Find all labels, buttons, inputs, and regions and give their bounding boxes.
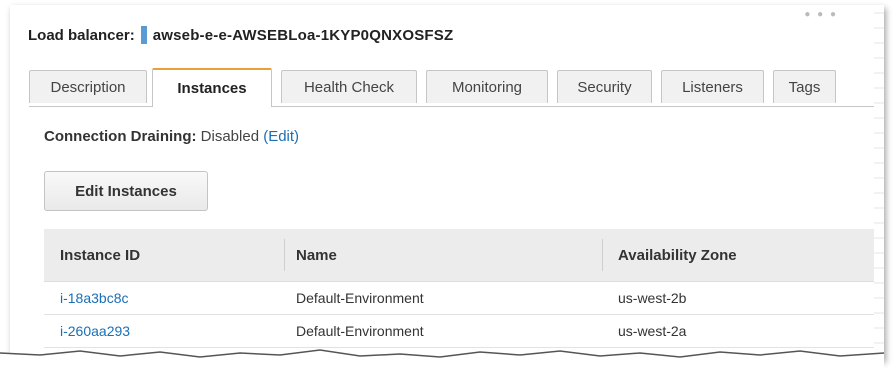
table-header: Instance ID Name Availability Zone [44,229,884,282]
load-balancer-name: awseb-e-e-AWSEBLoa-1KYP0QNXOSFSZ [152,26,454,44]
selection-marker-icon [140,26,147,44]
instance-id-link[interactable]: i-260aa293 [44,323,284,339]
tab-monitoring[interactable]: Monitoring [426,70,548,103]
load-balancer-panel: ● ● ● Load balancer: awseb-e-e-AWSEBLoa-… [10,5,884,360]
instances-table: Instance ID Name Availability Zone i-18a… [44,229,884,348]
table-row[interactable]: i-18a3bc8c Default-Environment us-west-2… [44,282,884,315]
tab-health-check[interactable]: Health Check [281,70,417,103]
edit-instances-button[interactable]: Edit Instances [44,171,208,211]
instance-availability-zone: us-west-2a [618,323,687,339]
tab-bar: Description Instances Health Check Monit… [29,68,884,107]
load-balancer-label: Load balancer: [28,26,135,44]
instance-availability-zone: us-west-2b [618,290,687,306]
connection-draining-status: Connection Draining: Disabled (Edit) [44,128,299,145]
instance-name: Default-Environment [296,290,424,306]
column-header-name[interactable]: Name [284,229,602,281]
tab-security[interactable]: Security [557,70,652,103]
tab-description[interactable]: Description [29,70,147,103]
tab-instances[interactable]: Instances [152,68,272,107]
load-balancer-header: Load balancer: awseb-e-e-AWSEBLoa-1KYP0Q… [28,23,453,47]
instance-id-link[interactable]: i-18a3bc8c [44,290,284,306]
connection-draining-edit-link[interactable]: (Edit) [263,128,299,145]
tab-listeners[interactable]: Listeners [661,70,764,103]
connection-draining-value: Disabled [200,128,260,145]
tab-tags[interactable]: Tags [773,70,836,103]
column-header-instance-id[interactable]: Instance ID [44,229,284,281]
torn-edge-decoration [0,349,885,375]
window-control-dots-icon: ● ● ● [804,9,838,20]
column-header-availability-zone[interactable]: Availability Zone [602,229,884,281]
connection-draining-label: Connection Draining: [44,128,197,145]
instance-name: Default-Environment [296,323,424,339]
